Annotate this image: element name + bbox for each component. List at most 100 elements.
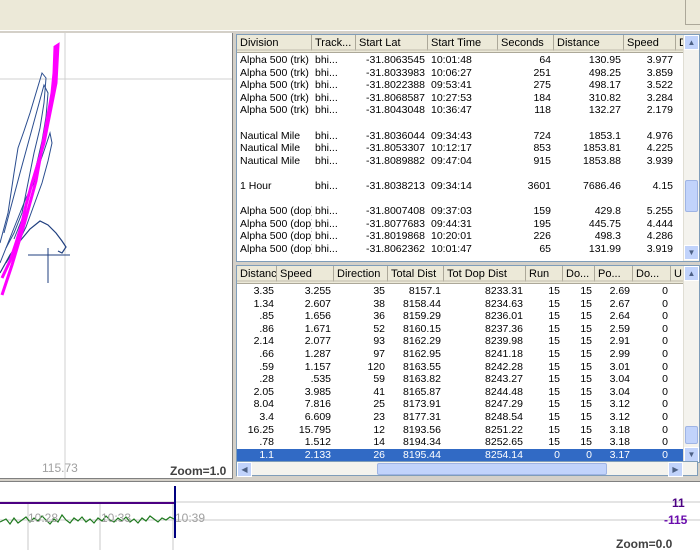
table-row[interactable]: 2.053.985418165.878244.4815153.0402	[237, 386, 699, 399]
points-table-hscroll[interactable]: ◀ ▶	[236, 461, 698, 477]
table-row[interactable]: 16.2515.795128193.568251.2215153.1802	[237, 423, 699, 437]
column-header[interactable]: Direction	[334, 266, 388, 282]
table-cell: 3.919	[646, 242, 673, 255]
column-header[interactable]: Run	[526, 266, 563, 282]
table-cell: 2.64	[609, 310, 630, 323]
table-row[interactable]: .661.287978162.958241.1815152.9902	[237, 347, 699, 361]
table-row[interactable]: Alpha 500 (trk) bhi... -31.8022388 09:53:41…	[237, 79, 699, 92]
table-row[interactable]	[237, 167, 699, 180]
track-plot-canvas[interactable]	[0, 33, 232, 478]
table-row[interactable]: 3.46.609238177.318248.5415153.1202	[237, 410, 699, 424]
timeline-tick-0: 10:28	[28, 511, 59, 525]
table-row[interactable]: 8.047.816258173.918247.2915153.1202	[237, 398, 699, 411]
table-cell: 15	[548, 410, 560, 423]
scroll-down-button[interactable]: ▼	[684, 447, 699, 462]
table-cell: 130.95	[588, 54, 621, 66]
scroll-up-button[interactable]: ▲	[684, 266, 699, 281]
divisions-table-body[interactable]: Alpha 500 (trk) bhi... -31.8063545 10:01:48…	[237, 54, 699, 256]
table-row[interactable]	[237, 193, 699, 206]
column-header[interactable]: Division	[237, 35, 312, 51]
table-row[interactable]: 3.353.255358157.18233.3115152.6903	[237, 285, 699, 298]
scroll-thumb[interactable]	[685, 180, 698, 212]
table-row[interactable]: Alpha 500 (trk) bhi... -31.8033983 10:06:27…	[237, 66, 699, 80]
column-header[interactable]: Start Time	[428, 35, 498, 51]
table-row[interactable]: Nautical Mile bhi... -31.8089882 09:47:04 91…	[237, 155, 699, 168]
table-cell	[498, 117, 554, 130]
table-row[interactable]: 2.142.077938162.298239.9815152.9102	[237, 335, 699, 348]
column-header[interactable]: Do...	[563, 266, 595, 282]
table-cell: bhi...	[315, 217, 338, 230]
column-header[interactable]: Po...	[595, 266, 633, 282]
table-cell: 15	[548, 347, 560, 360]
column-header[interactable]: Total Dist	[388, 266, 444, 282]
table-row[interactable]: Nautical Mile bhi... -31.8036044 09:34:43 72…	[237, 129, 699, 143]
points-table[interactable]: DistanceSpeedDirectionTotal DistTot Dop …	[236, 265, 700, 463]
divisions-table[interactable]: Division Track... Start Lat Start Time Secon…	[236, 34, 700, 262]
table-row[interactable]: .861.671528160.158237.3615152.5902	[237, 323, 699, 336]
table-cell: 724	[533, 129, 551, 142]
table-cell: 2.077	[304, 335, 331, 348]
scroll-right-button[interactable]: ▶	[668, 462, 683, 477]
window-edge-button[interactable]	[685, 0, 700, 25]
table-row[interactable]: 1.342.607388158.448234.6315152.6702	[237, 297, 699, 311]
table-row[interactable]: .28.535598163.828243.2715153.0402	[237, 373, 699, 386]
scroll-up-button[interactable]: ▲	[684, 35, 699, 50]
scroll-down-button[interactable]: ▼	[684, 245, 699, 260]
table-cell: 8251.22	[485, 423, 523, 436]
table-cell: bhi...	[315, 104, 338, 117]
timeline-chart[interactable]: 10:28 10:33 10:39 11 -115 Zoom=0.0	[0, 481, 700, 550]
table-cell: Alpha 500 (dop)	[240, 217, 312, 230]
scroll-thumb[interactable]	[685, 426, 698, 444]
table-row[interactable]: Alpha 500 (trk) bhi... -31.8063545 10:01:48…	[237, 54, 699, 67]
table-cell: 26	[373, 448, 385, 461]
column-header[interactable]: Do...	[633, 266, 671, 282]
column-header[interactable]: Speed	[277, 266, 334, 282]
divisions-table-vscroll[interactable]: ▲ ▼	[683, 35, 699, 261]
table-row[interactable]: 1.12.133268195.448254.14003.1703	[237, 448, 699, 462]
scroll-left-button[interactable]: ◀	[237, 462, 252, 477]
table-cell: 2.67	[609, 297, 630, 310]
table-row[interactable]: .851.656368159.298236.0115152.6402	[237, 310, 699, 323]
table-cell: 4.444	[646, 217, 673, 230]
table-row[interactable]: Alpha 500 (trk) bhi... -31.8068587 10:27:53…	[237, 91, 699, 105]
table-row[interactable]: 1 Hour bhi... -31.8038213 09:34:14 3601 7686.…	[237, 180, 699, 193]
table-cell: 25	[373, 398, 385, 411]
table-row[interactable]: Alpha 500 (dop) bhi... -31.8007408 09:37:03…	[237, 205, 699, 218]
table-cell: 10:01:47	[431, 242, 472, 255]
table-row[interactable]: Alpha 500 (trk) bhi... -31.8043048 10:36:47…	[237, 104, 699, 117]
table-row[interactable]	[237, 117, 699, 130]
table-row[interactable]: Alpha 500 (dop) bhi... -31.8062362 10:01:47…	[237, 242, 699, 256]
table-row[interactable]: .781.512148194.348252.6515153.1802	[237, 436, 699, 449]
table-cell: 35	[373, 285, 385, 297]
column-header[interactable]: Tot Dop Dist	[444, 266, 526, 282]
column-header[interactable]: Distance	[237, 266, 277, 282]
scroll-thumb[interactable]	[377, 463, 607, 475]
table-cell: 8236.01	[485, 310, 523, 323]
column-header[interactable]: Start Lat	[356, 35, 428, 51]
table-cell: 8239.98	[485, 335, 523, 348]
column-header[interactable]: Seconds	[498, 35, 554, 51]
column-header[interactable]: Speed	[624, 35, 676, 51]
table-row[interactable]: Nautical Mile bhi... -31.8053307 10:12:17 85…	[237, 142, 699, 155]
table-cell: 59	[373, 373, 385, 386]
table-cell: 0	[586, 448, 592, 461]
table-cell: 3.18	[609, 436, 630, 449]
table-cell: 184	[533, 91, 551, 104]
table-row[interactable]: .591.1571208163.558242.2815153.0102	[237, 360, 699, 374]
table-cell: 8163.82	[403, 373, 441, 386]
table-cell: 310.82	[588, 91, 621, 104]
table-cell: 2.14	[253, 335, 274, 348]
table-row[interactable]: Alpha 500 (dop) bhi... -31.8077683 09:44:31…	[237, 217, 699, 231]
table-cell: 10:36:47	[431, 104, 472, 117]
track-plot[interactable]: 115.73	[0, 33, 233, 479]
points-table-vscroll[interactable]: ▲ ▼	[683, 266, 699, 462]
table-row[interactable]: Alpha 500 (dop) bhi... -31.8019868 10:20:01…	[237, 230, 699, 243]
table-cell: bhi...	[315, 54, 338, 66]
column-header[interactable]: Distance	[554, 35, 624, 51]
table-cell: 8234.63	[485, 297, 523, 310]
table-cell: bhi...	[315, 66, 338, 79]
column-header[interactable]: Track...	[312, 35, 356, 51]
points-table-body[interactable]: 3.353.255358157.18233.3115152.69031.342.…	[237, 285, 699, 462]
table-cell: 3.35	[253, 285, 274, 297]
table-cell: .59	[259, 360, 274, 373]
